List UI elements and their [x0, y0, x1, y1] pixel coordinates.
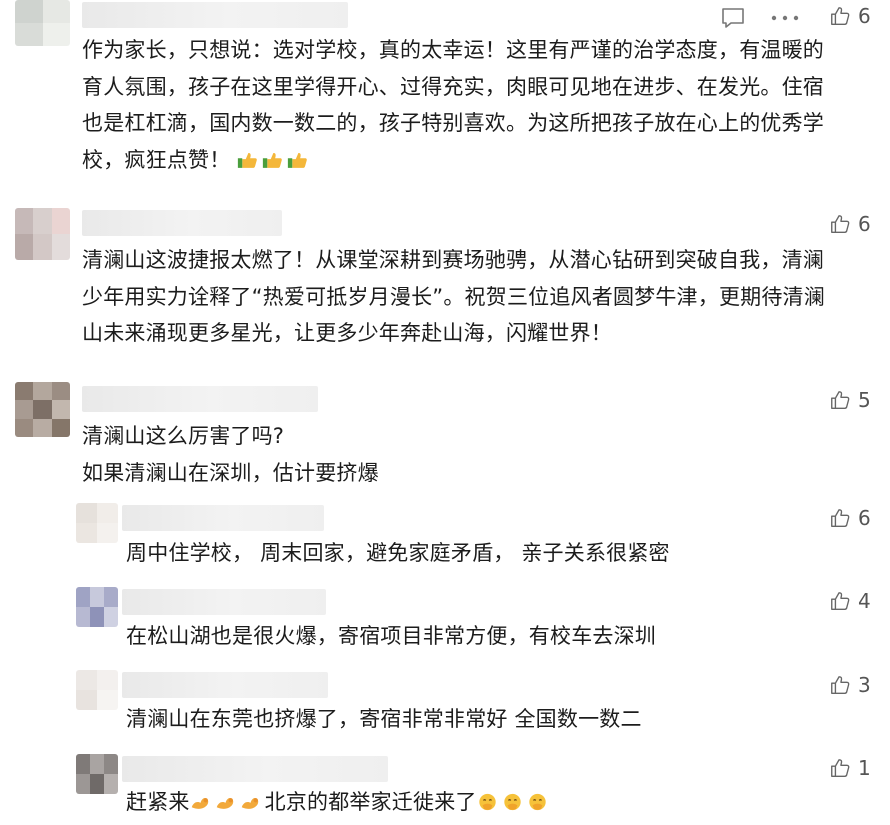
nickname-blurred: [122, 589, 326, 615]
reply-icon[interactable]: [720, 6, 746, 30]
like-count: 6: [858, 506, 871, 530]
nickname-blurred: [122, 756, 388, 782]
thumbs-up-icon: [831, 509, 850, 527]
avatar[interactable]: [15, 0, 70, 46]
nickname-blurred: [82, 2, 348, 28]
comment-text: 作为家长，只想说：选对学校，真的太幸运！这里有严谨的治学态度，有温暖的 育人氛围…: [82, 38, 824, 172]
thumbs-up-icon: [831, 215, 850, 233]
avatar[interactable]: [76, 503, 118, 543]
thumbs-up-emoji: [238, 152, 258, 168]
thumbs-up-icon: [831, 7, 850, 25]
nickname-blurred: [122, 505, 324, 531]
like-count: 1: [858, 756, 871, 780]
like-button[interactable]: 1: [829, 756, 871, 780]
more-icon[interactable]: [770, 14, 800, 22]
nickname-blurred: [82, 386, 318, 412]
like-button[interactable]: 4: [829, 589, 871, 613]
reply-text: 赶紧来 北京的都举家迁徙来了: [126, 784, 552, 821]
avatar[interactable]: [76, 587, 118, 627]
like-button[interactable]: 6: [829, 212, 871, 236]
like-button[interactable]: 6: [829, 4, 871, 28]
like-count: 6: [858, 212, 871, 236]
nickname-blurred: [122, 672, 328, 698]
reply-text: 在松山湖也是很火爆，寄宿项目非常方便，有校车去深圳: [126, 624, 656, 648]
avatar[interactable]: [76, 670, 118, 710]
flexed-arm-emoji: [191, 797, 208, 809]
like-count: 4: [858, 589, 871, 613]
flexed-arm-emoji: [241, 797, 258, 809]
thumbs-up-emoji: [288, 152, 308, 168]
like-count: 5: [858, 388, 871, 412]
flexed-arm-emoji: [216, 797, 233, 809]
nickname-blurred: [82, 210, 282, 236]
face-hand-over-mouth-emoji: [503, 793, 521, 811]
like-button[interactable]: 5: [829, 388, 871, 412]
like-count: 3: [858, 673, 871, 697]
face-hand-over-mouth-emoji: [528, 793, 546, 811]
face-hand-over-mouth-emoji: [478, 793, 496, 811]
like-button[interactable]: 6: [829, 506, 871, 530]
thumbs-up-icon: [831, 592, 850, 610]
like-button[interactable]: 3: [829, 673, 871, 697]
thumbs-up-emoji: [263, 152, 283, 168]
thumbs-up-icon: [831, 759, 850, 777]
like-count: 6: [858, 4, 871, 28]
comment-text: 清澜山这波捷报太燃了！从课堂深耕到赛场驰骋，从潜心钻研到突破自我，清澜 少年用实…: [82, 248, 825, 345]
thumbs-up-icon: [831, 676, 850, 694]
comment-text: 清澜山这么厉害了吗? 如果清澜山在深圳，估计要挤爆: [82, 424, 379, 485]
avatar[interactable]: [76, 754, 118, 794]
reply-text: 清澜山在东莞也挤爆了，寄宿非常非常好 全国数一数二: [126, 707, 642, 731]
avatar[interactable]: [15, 382, 70, 437]
avatar[interactable]: [15, 208, 70, 260]
reply-text: 周中住学校， 周末回家，避免家庭矛盾， 亲子关系很紧密: [126, 541, 670, 565]
thumbs-up-icon: [831, 391, 850, 409]
